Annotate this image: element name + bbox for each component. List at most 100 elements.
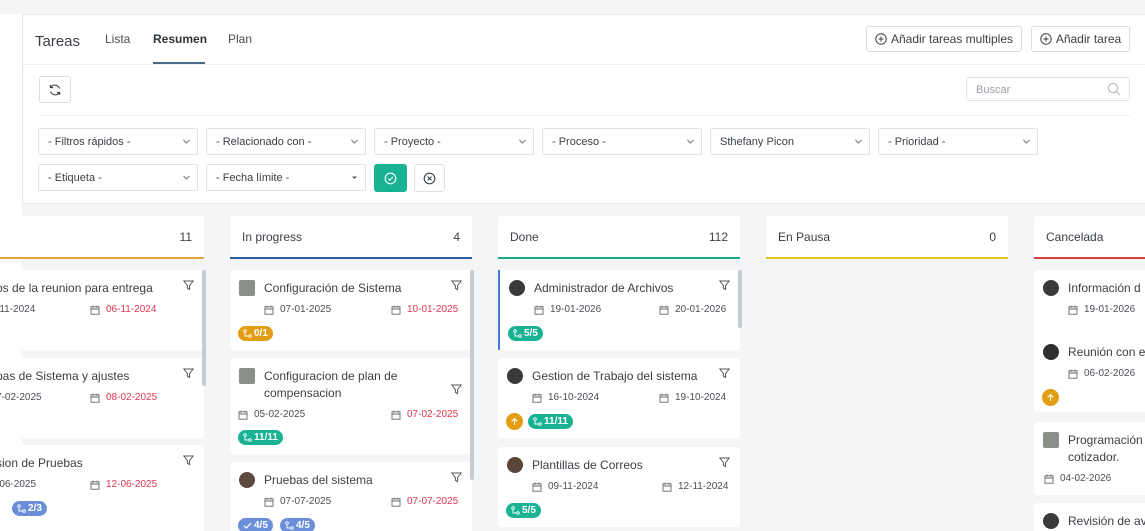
task-due-date: 20-01-2026: [659, 304, 726, 315]
avatar: [507, 368, 523, 384]
filter-icon[interactable]: [183, 368, 194, 379]
task-title: sion de Pruebas: [0, 456, 83, 470]
column-color-bar: [0, 257, 204, 259]
task-card[interactable]: Configuracion de plan de compensacion 05…: [230, 358, 472, 454]
priority-select[interactable]: - Prioridad -: [878, 128, 1038, 155]
column-cancelled: Cancelada Información d 19-01-2026 Reuni…: [1034, 216, 1145, 531]
badge-text: 11/11: [254, 432, 278, 443]
filter-divider: [39, 115, 1130, 116]
due-date-text: 07-02-2025: [407, 409, 459, 420]
task-card[interactable]: Gestion de Trabajo del sistema 16-10-202…: [498, 358, 740, 438]
badge-text: 2/3: [28, 503, 42, 514]
filter-icon[interactable]: [719, 368, 730, 379]
task-due-date: 19-10-2024: [659, 392, 726, 403]
start-date-text: -06-2025: [0, 479, 37, 490]
caret-down-icon: [352, 176, 357, 179]
project-value: - Proyecto -: [384, 136, 441, 148]
subtask-icon: [533, 417, 542, 426]
subtask-progress-badge: 11/11: [238, 430, 283, 445]
chevron-down-icon: [519, 139, 526, 144]
due-date-select[interactable]: - Fecha límite -: [206, 164, 366, 191]
refresh-button[interactable]: [39, 76, 71, 103]
task-card[interactable]: Información d 19-01-2026: [1034, 270, 1145, 340]
quick-filters-select[interactable]: - Filtros rápidos -: [38, 128, 198, 155]
column-paused: En Pausa 0: [766, 216, 1008, 531]
chevron-down-icon: [183, 139, 190, 144]
add-task-button[interactable]: Añadir tarea: [1031, 26, 1130, 52]
filter-icon[interactable]: [719, 457, 730, 468]
clear-filters-button[interactable]: [414, 164, 445, 192]
task-card[interactable]: os de la reunion para entrega -11-2024 0…: [0, 270, 204, 350]
avatar: [1043, 432, 1059, 448]
task-card[interactable]: Administrador de Archivos 19-01-2026 20-…: [498, 270, 740, 350]
filter-icon[interactable]: [719, 280, 730, 291]
badge-text: 11/11: [544, 416, 568, 427]
subtask-progress-badge: 5/5: [508, 326, 543, 341]
task-title: Información d: [1068, 281, 1141, 295]
filter-icon[interactable]: [183, 455, 194, 466]
task-title: Programación cotizador.: [1068, 433, 1143, 464]
column-color-bar: [498, 257, 740, 259]
process-value: - Proceso -: [552, 136, 606, 148]
column-name: Done: [510, 230, 539, 244]
column-scrollbar[interactable]: [202, 270, 206, 386]
subtask-icon: [243, 329, 252, 338]
task-title: Pruebas del sistema: [264, 473, 373, 487]
column-in-progress: In progress 4 Configuración de Sistema 0…: [230, 216, 474, 531]
start-date-text: -11-2024: [0, 304, 36, 315]
due-date-text: 10-01-2025: [407, 304, 459, 315]
task-title: Gestion de Trabajo del sistema: [532, 369, 698, 383]
tab-resumen[interactable]: Resumen: [153, 32, 207, 46]
task-start-date: -06-2025: [0, 479, 36, 490]
task-due-date: 10-01-2025: [391, 304, 458, 315]
task-card[interactable]: pas de Sistema y ajustes 7-02-2025 08-02…: [0, 358, 204, 438]
quick-filters-value: - Filtros rápidos -: [48, 136, 131, 148]
badge-text: 5/5: [522, 505, 536, 516]
calendar-icon: [1068, 369, 1078, 379]
due-date-text: 12-06-2025: [106, 479, 158, 490]
badge-text: 0/1: [254, 328, 268, 339]
add-multiple-tasks-button[interactable]: Añadir tareas multiples: [866, 26, 1022, 52]
filter-icon[interactable]: [451, 384, 462, 395]
task-start-date: -11-2024: [0, 304, 35, 315]
task-due-date: 12-11-2024: [662, 481, 728, 492]
apply-filters-button[interactable]: [374, 164, 407, 192]
calendar-icon: [532, 482, 542, 492]
project-select[interactable]: - Proyecto -: [374, 128, 534, 155]
chevron-down-icon: [183, 175, 190, 180]
task-card[interactable]: Reunión con e 06-02-2026: [1034, 334, 1145, 412]
column-scrollbar[interactable]: [470, 270, 474, 480]
user-select[interactable]: Sthefany Picon: [710, 128, 870, 155]
filter-icon[interactable]: [451, 280, 462, 291]
filter-icon[interactable]: [183, 280, 194, 291]
task-card[interactable]: Revisión de av: [1034, 503, 1145, 531]
check-circle-icon: [384, 172, 397, 184]
start-date-text: 04-02-2026: [1060, 473, 1112, 484]
avatar: [1043, 513, 1059, 529]
filter-icon[interactable]: [451, 472, 462, 483]
process-select[interactable]: - Proceso -: [542, 128, 702, 155]
task-card[interactable]: Programación cotizador. 04-02-2026: [1034, 422, 1145, 495]
related-select[interactable]: - Relacionado con -: [206, 128, 366, 155]
task-card[interactable]: sion de Pruebas -06-2025 12-06-2025 2/3: [0, 445, 204, 531]
task-due-date: 07-02-2025: [391, 409, 458, 420]
priority-badge: [1042, 389, 1059, 406]
start-date-text: 07-07-2025: [280, 496, 332, 507]
start-date-text: 16-10-2024: [548, 392, 600, 403]
task-start-date: 06-02-2026: [1068, 368, 1135, 379]
tab-lista[interactable]: Lista: [105, 32, 130, 46]
calendar-icon: [1044, 474, 1054, 484]
tab-plan[interactable]: Plan: [228, 32, 252, 46]
task-card[interactable]: Plantillas de Correos 09-11-2024 12-11-2…: [498, 447, 740, 527]
close-circle-icon: [423, 172, 436, 184]
avatar: [239, 280, 255, 296]
column-scrollbar[interactable]: [738, 270, 742, 328]
search-input[interactable]: Buscar: [966, 77, 1130, 101]
tag-select[interactable]: - Etiqueta -: [38, 164, 198, 191]
task-card[interactable]: Pruebas del sistema 07-07-2025 07-07-202…: [230, 462, 472, 531]
header-divider: [23, 64, 1145, 65]
calendar-icon: [238, 410, 248, 420]
task-card[interactable]: Configuración de Sistema 07-01-2025 10-0…: [230, 270, 472, 350]
subtask-icon: [243, 433, 252, 442]
start-date-text: 7-02-2025: [0, 392, 42, 403]
